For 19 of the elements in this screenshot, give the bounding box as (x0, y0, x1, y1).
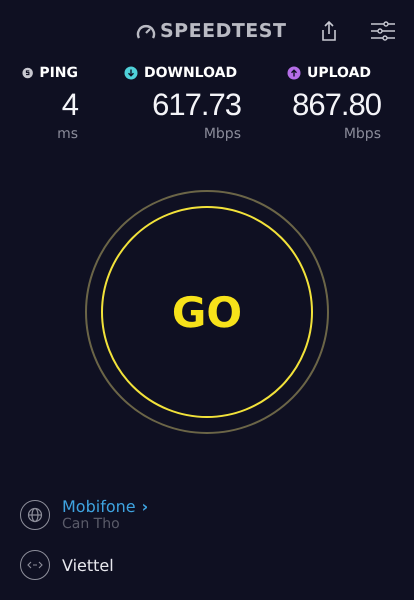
server-icon (20, 550, 50, 580)
globe-icon (20, 500, 50, 530)
provider-link[interactable]: Mobifone › (62, 497, 148, 516)
metric-unit: ms (56, 126, 78, 142)
metric-unit: Mbps (202, 126, 241, 142)
metric-label: UPLOAD (307, 65, 372, 81)
server-name[interactable]: Viettel (62, 556, 114, 574)
gauge-icon (136, 22, 156, 40)
settings-button[interactable] (370, 20, 396, 42)
metric-value: 867.80 (292, 86, 381, 124)
metric-unit: Mbps (342, 126, 381, 142)
metric-label: DOWNLOAD (144, 65, 238, 81)
provider-location: Can Tho (62, 516, 121, 532)
share-button[interactable] (320, 20, 338, 42)
metric-value: 617.73 (152, 86, 241, 124)
go-button[interactable]: GO (101, 206, 313, 418)
speedtest-logo: SPEEDTEST (160, 20, 286, 42)
metric-label: PING (39, 65, 78, 81)
metric-value: 4 (62, 86, 78, 124)
